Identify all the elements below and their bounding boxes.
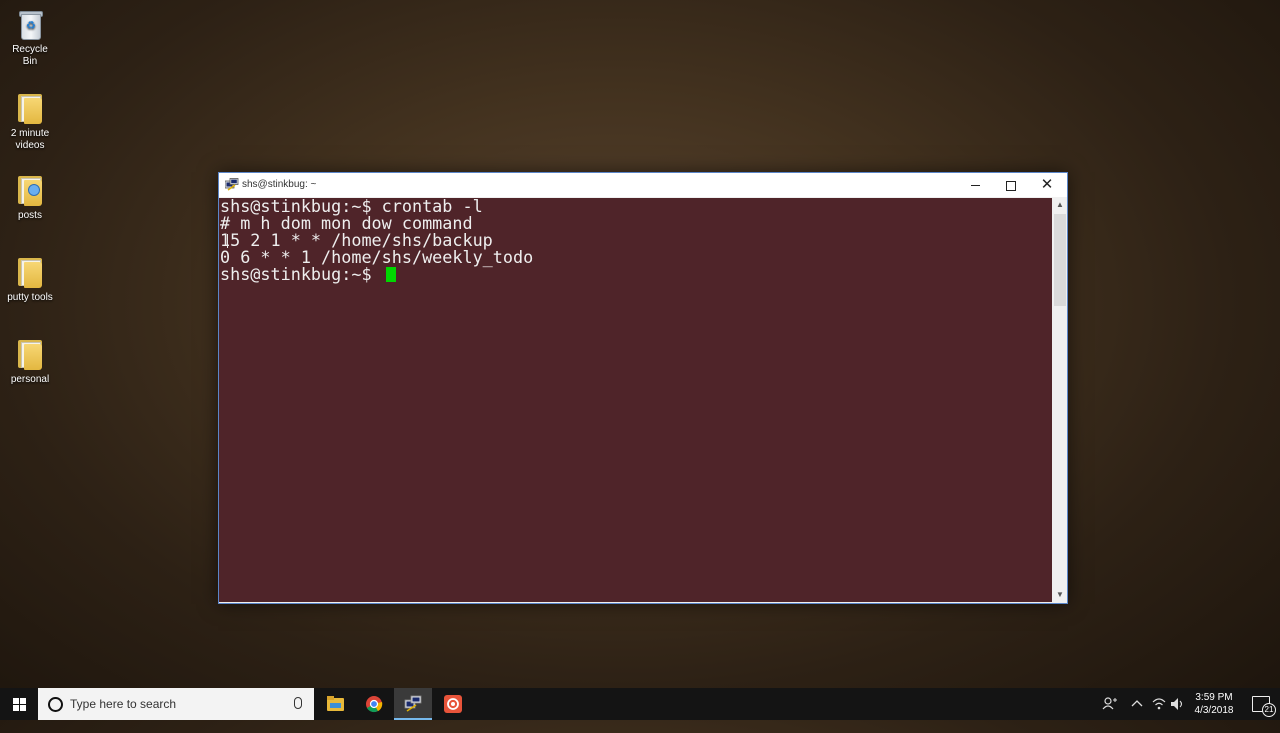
- putty-terminal-window[interactable]: shs@stinkbug: ~ ✕ shs@stinkbug:~$ cronta…: [218, 172, 1068, 604]
- putty-icon: [404, 695, 422, 712]
- mouse-ibeam-cursor: [227, 234, 228, 248]
- scroll-up-arrow-icon[interactable]: ▲: [1053, 198, 1067, 212]
- chevron-up-icon[interactable]: [1128, 688, 1146, 720]
- notification-count-badge: 21: [1262, 703, 1276, 717]
- people-icon[interactable]: [1100, 688, 1120, 720]
- minimize-button[interactable]: [957, 173, 993, 197]
- taskbar-search-box[interactable]: Type here to search: [38, 688, 314, 720]
- clock-date: 4/3/2018: [1194, 705, 1234, 716]
- terminal-scrollbar[interactable]: ▲ ▼: [1053, 198, 1067, 602]
- desktop-icon-label: personal: [10, 374, 50, 385]
- folder-icon: [16, 174, 44, 206]
- maximize-button[interactable]: [993, 173, 1029, 197]
- desktop-icon-label: posts: [18, 210, 42, 221]
- file-explorer-icon: [327, 696, 344, 711]
- folder-icon: [16, 256, 44, 288]
- desktop-icon-label: putty tools: [7, 292, 53, 303]
- scrollbar-thumb[interactable]: [1054, 214, 1066, 306]
- maximize-icon: [1006, 180, 1016, 191]
- desktop-icon-label: Recycle Bin: [12, 44, 48, 67]
- notification-center-button[interactable]: 21: [1252, 696, 1276, 717]
- screen-recorder-icon: [444, 695, 462, 713]
- search-placeholder: Type here to search: [70, 697, 177, 711]
- wifi-icon[interactable]: [1150, 688, 1168, 720]
- minimize-icon: [970, 185, 980, 187]
- close-button[interactable]: ✕: [1029, 173, 1065, 197]
- chrome-icon: [366, 696, 383, 713]
- taskbar-screen-recorder[interactable]: [434, 688, 472, 720]
- taskbar-file-explorer[interactable]: [316, 688, 354, 720]
- terminal-cursor: [386, 267, 396, 282]
- folder-icon: [16, 92, 44, 124]
- desktop-icon-putty-tools[interactable]: putty tools: [4, 256, 56, 304]
- recycle-bin-icon: ♻: [16, 8, 44, 40]
- close-icon: ✕: [1040, 176, 1054, 193]
- taskbar-chrome[interactable]: [355, 688, 393, 720]
- desktop-icon-2-minute-videos[interactable]: 2 minute videos: [4, 92, 56, 152]
- taskbar: Type here to search 3:59 PM 4/3/2018 21: [0, 688, 1280, 720]
- desktop-icon-recycle-bin[interactable]: ♻ Recycle Bin: [4, 8, 56, 68]
- microphone-icon[interactable]: [294, 697, 302, 709]
- terminal-output[interactable]: shs@stinkbug:~$ crontab -l # m h dom mon…: [219, 198, 1052, 602]
- folder-icon: [16, 338, 44, 370]
- volume-icon[interactable]: [1168, 688, 1186, 720]
- start-button[interactable]: [0, 688, 38, 720]
- window-title: shs@stinkbug: ~: [242, 179, 317, 190]
- desktop-icon-label: 2 minute videos: [10, 128, 50, 151]
- taskbar-putty[interactable]: [394, 688, 432, 720]
- clock-time: 3:59 PM: [1195, 692, 1233, 703]
- desktop-icon-personal[interactable]: personal: [4, 338, 56, 386]
- cortana-icon: [48, 697, 63, 712]
- window-titlebar[interactable]: shs@stinkbug: ~ ✕: [219, 173, 1067, 197]
- putty-icon: [225, 178, 239, 191]
- scroll-down-arrow-icon[interactable]: ▼: [1053, 588, 1067, 602]
- terminal-line: shs@stinkbug:~$: [220, 264, 382, 284]
- desktop-icon-posts[interactable]: posts: [4, 174, 56, 222]
- system-clock[interactable]: 3:59 PM 4/3/2018: [1186, 691, 1242, 717]
